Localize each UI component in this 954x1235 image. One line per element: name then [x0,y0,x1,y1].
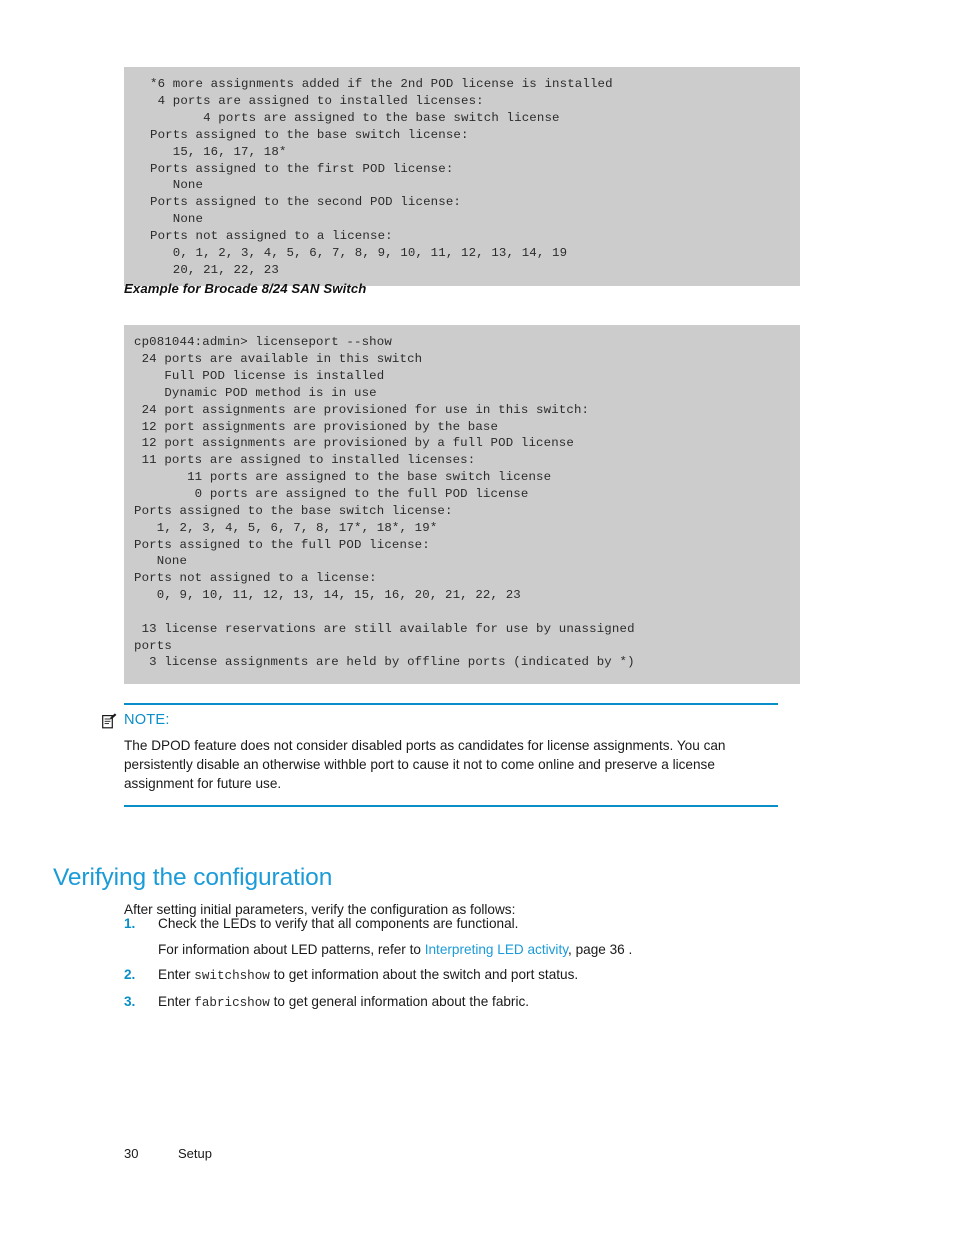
list-item-subtext: For information about LED patterns, refe… [158,939,784,962]
footer-page-number: 30 [124,1146,139,1161]
note-pencil-icon [102,712,117,729]
list-item-prefix: Enter [158,993,195,1009]
section-heading-verifying-the-configuration: Verifying the configuration [53,864,333,892]
list-item: 1. Check the LEDs to verify that all com… [124,913,784,961]
list-item: 3. Enter fabricshow to get general infor… [124,991,784,1015]
document-page: *6 more assignments added if the 2nd POD… [0,0,954,1235]
subtext-prefix: For information about LED patterns, refe… [158,941,425,957]
cli-output-block-brocade-8-24: cp081044:admin> licenseport --show 24 po… [124,325,800,685]
list-item-prefix: Enter [158,967,195,982]
note-admonition: NOTE: The DPOD feature does not consider… [102,703,778,807]
footer-chapter-name: Setup [178,1146,212,1161]
list-item-text: Enter fabricshow to get general informat… [158,991,529,1015]
inline-command-switchshow: switchshow [194,969,270,983]
list-item-number: 2. [124,967,136,982]
note-body-text: The DPOD feature does not consider disab… [124,737,726,791]
subtext-suffix: , page 36 . [568,941,633,957]
inline-command-fabricshow: fabricshow [194,995,270,1010]
cross-reference-link-interpreting-led-activity[interactable]: Interpreting LED activity [425,942,568,957]
procedure-list: 1. Check the LEDs to verify that all com… [124,913,784,1017]
list-item-suffix: to get information about the switch and … [269,967,579,982]
list-item: 2. Enter switchshow to get information a… [124,964,784,988]
note-top-divider [124,703,778,705]
example-caption: Example for Brocade 8/24 SAN Switch [124,281,367,296]
note-label: NOTE: [124,711,170,728]
list-item-suffix: to get general information about the fab… [269,993,530,1009]
cli-output-block-brocade-8-12c: *6 more assignments added if the 2nd POD… [124,67,800,287]
list-item-number: 3. [124,993,136,1009]
page-footer: 30 Setup [124,1146,212,1161]
list-item-number: 1. [124,916,136,931]
note-bottom-divider [124,805,778,807]
list-item-text: Check the LEDs to verify that all compon… [158,916,519,931]
note-header: NOTE: [102,712,778,728]
list-item-text: Enter switchshow to get information abou… [158,964,578,988]
